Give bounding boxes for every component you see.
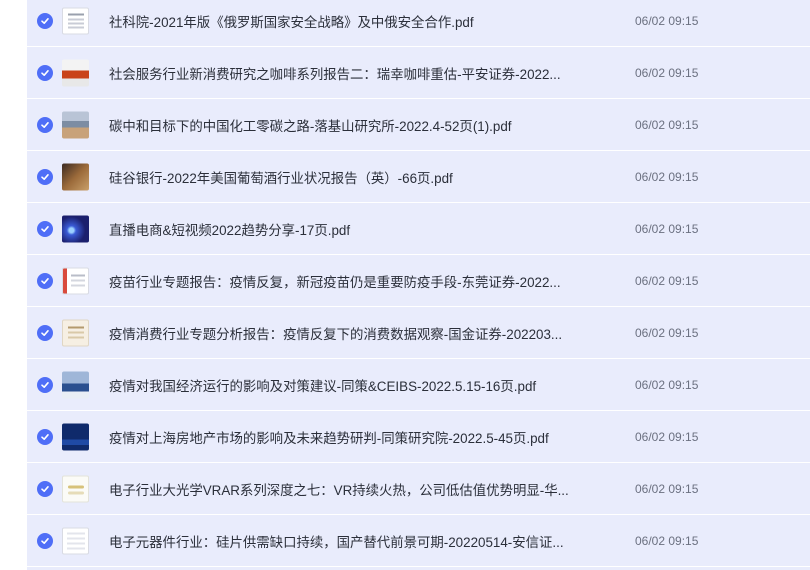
checkmark-circle-icon[interactable] xyxy=(37,220,53,237)
file-name[interactable]: 硅谷银行-2022年美国葡萄酒行业状况报告（英）-66页.pdf xyxy=(109,167,599,187)
pdf-thumbnail-icon xyxy=(62,215,89,242)
file-name[interactable]: 社会服务行业新消费研究之咖啡系列报告二：瑞幸咖啡重估-平安证券-2022... xyxy=(109,63,599,83)
checkmark-circle-icon[interactable] xyxy=(37,324,53,341)
file-name[interactable]: 疫情对上海房地产市场的影响及未来趋势研判-同策研究院-2022.5-45页.pd… xyxy=(109,427,599,447)
file-modified-time: 06/02 09:15 xyxy=(635,533,699,548)
file-name[interactable]: 电子元器件行业：硅片供需缺口持续，国产替代前景可期-20220514-安信证..… xyxy=(109,531,599,551)
file-modified-time: 06/02 09:15 xyxy=(635,221,699,236)
file-name[interactable]: 电子行业大光学VRAR系列深度之七：VR持续火热，公司低估值优势明显-华... xyxy=(109,479,599,499)
file-name[interactable]: 直播电商&短视频2022趋势分享-17页.pdf xyxy=(109,219,599,239)
file-name[interactable]: 疫情对我国经济运行的影响及对策建议-同策&CEIBS-2022.5.15-16页… xyxy=(109,375,599,395)
file-modified-time: 06/02 09:15 xyxy=(635,14,699,28)
file-row[interactable]: 疫情对上海房地产市场的影响及未来趋势研判-同策研究院-2022.5-45页.pd… xyxy=(27,411,810,463)
pdf-thumbnail-icon xyxy=(62,267,89,294)
checkmark-circle-icon[interactable] xyxy=(37,428,53,445)
file-modified-time: 06/02 09:15 xyxy=(635,481,699,496)
file-row[interactable]: 电子元器件行业：硅片供需缺口持续，国产替代前景可期-20220514-安信证..… xyxy=(27,515,810,567)
file-modified-time: 06/02 09:15 xyxy=(635,377,699,392)
file-modified-time: 06/02 09:15 xyxy=(635,65,699,80)
pdf-thumbnail-icon xyxy=(62,423,89,450)
pdf-thumbnail-icon xyxy=(62,7,89,35)
checkmark-circle-icon[interactable] xyxy=(37,168,53,185)
checkmark-circle-icon[interactable] xyxy=(37,64,53,81)
pdf-thumbnail-icon xyxy=(62,111,89,138)
pdf-thumbnail-icon xyxy=(62,527,89,554)
file-modified-time: 06/02 09:15 xyxy=(635,325,699,340)
file-modified-time: 06/02 09:15 xyxy=(635,117,699,132)
file-row[interactable]: 疫苗行业专题报告：疫情反复，新冠疫苗仍是重要防疫手段-东莞证券-2022... 0… xyxy=(27,255,810,307)
file-row[interactable]: 社科院-2021年版《俄罗斯国家安全战略》及中俄安全合作.pdf 06/02 09… xyxy=(27,0,810,47)
pdf-thumbnail-icon xyxy=(62,475,89,502)
file-row[interactable]: 电子行业大光学VRAR系列深度之七：VR持续火热，公司低估值优势明显-华... 0… xyxy=(27,463,810,515)
pdf-thumbnail-icon xyxy=(62,319,89,346)
file-name[interactable]: 社科院-2021年版《俄罗斯国家安全战略》及中俄安全合作.pdf xyxy=(109,11,599,31)
file-row[interactable]: 碳中和目标下的中国化工零碳之路-落基山研究所-2022.4-52页(1).pdf… xyxy=(27,99,810,151)
checkmark-circle-icon[interactable] xyxy=(37,532,53,549)
file-modified-time: 06/02 09:15 xyxy=(635,169,699,184)
file-name[interactable]: 疫苗行业专题报告：疫情反复，新冠疫苗仍是重要防疫手段-东莞证券-2022... xyxy=(109,271,599,291)
checkmark-circle-icon[interactable] xyxy=(37,480,53,497)
checkmark-circle-icon[interactable] xyxy=(37,13,53,29)
file-list: 社科院-2021年版《俄罗斯国家安全战略》及中俄安全合作.pdf 06/02 09… xyxy=(27,0,810,570)
file-row[interactable]: 疫情对我国经济运行的影响及对策建议-同策&CEIBS-2022.5.15-16页… xyxy=(27,359,810,411)
file-name[interactable]: 碳中和目标下的中国化工零碳之路-落基山研究所-2022.4-52页(1).pdf xyxy=(109,115,599,135)
file-row[interactable]: 硅谷银行-2022年美国葡萄酒行业状况报告（英）-66页.pdf 06/02 09… xyxy=(27,151,810,203)
file-row[interactable]: 直播电商&短视频2022趋势分享-17页.pdf 06/02 09:15 xyxy=(27,203,810,255)
file-name[interactable]: 疫情消费行业专题分析报告：疫情反复下的消费数据观察-国金证券-202203... xyxy=(109,323,599,343)
file-modified-time: 06/02 09:15 xyxy=(635,273,699,288)
file-row[interactable]: 社会服务行业新消费研究之咖啡系列报告二：瑞幸咖啡重估-平安证券-2022... 0… xyxy=(27,47,810,99)
pdf-thumbnail-icon xyxy=(62,371,89,398)
checkmark-circle-icon[interactable] xyxy=(37,116,53,133)
checkmark-circle-icon[interactable] xyxy=(37,376,53,393)
pdf-thumbnail-icon xyxy=(62,163,89,190)
checkmark-circle-icon[interactable] xyxy=(37,272,53,289)
pdf-thumbnail-icon xyxy=(62,59,89,86)
file-modified-time: 06/02 09:15 xyxy=(635,429,699,444)
file-row[interactable]: 疫情消费行业专题分析报告：疫情反复下的消费数据观察-国金证券-202203...… xyxy=(27,307,810,359)
